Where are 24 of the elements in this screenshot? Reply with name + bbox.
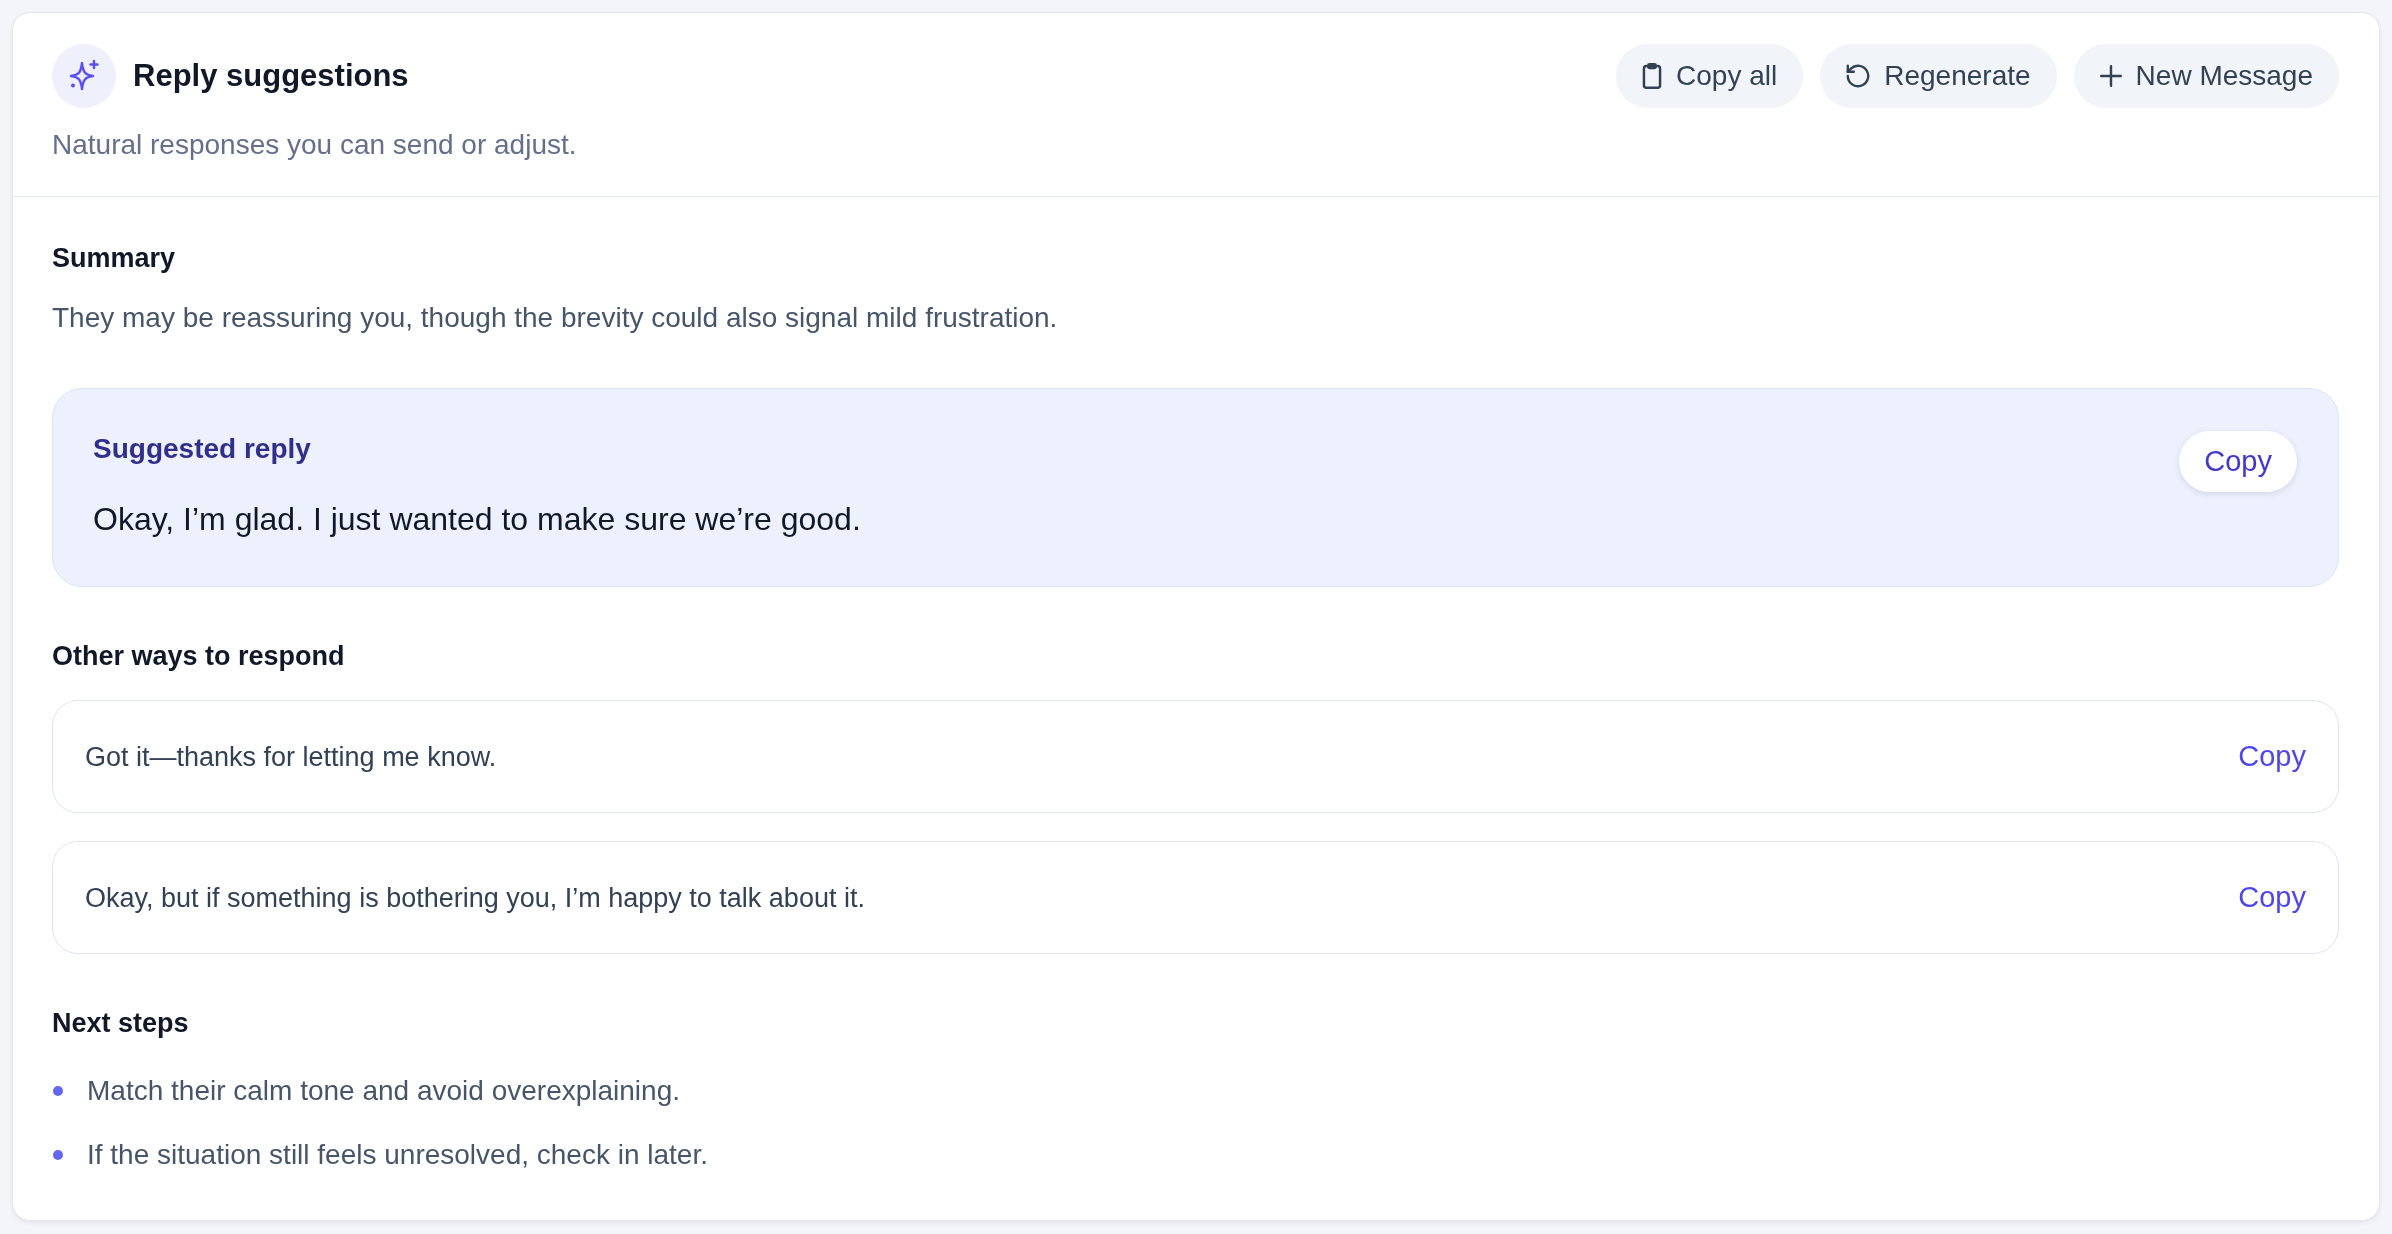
- action-button[interactable]: New Message: [2073, 44, 2339, 108]
- copy-link[interactable]: Copy: [2238, 740, 2306, 773]
- copy-link[interactable]: Copy: [2238, 881, 2306, 914]
- action-button[interactable]: Regenerate: [1820, 44, 2057, 108]
- plus-icon: [2099, 65, 2122, 87]
- rotate-arrow-icon: [1846, 64, 1871, 88]
- suggested-reply-text: Okay, I’m glad. I just wanted to make sure we’re good.: [93, 500, 861, 539]
- next-step-text: Match their calm tone and avoid overexplaining.: [87, 1074, 680, 1108]
- section-heading: Summary: [52, 242, 177, 275]
- action-button[interactable]: Copy all: [1616, 44, 1804, 108]
- suggested-reply-label: Suggested reply: [93, 432, 312, 466]
- summary-text: They may be reassuring you, though the brevity could also signal mild frustration.: [52, 301, 1059, 335]
- section-heading: Other ways to respond: [52, 640, 346, 673]
- copy-button[interactable]: Copy: [2179, 431, 2297, 492]
- reply-option-text: Okay, but if something is bothering you, I’m happy to talk about it.: [85, 881, 865, 915]
- panel-subtitle: Natural responses you can send or adjust.: [52, 128, 578, 162]
- panel-title: Reply suggestions: [133, 57, 409, 95]
- sparkle-icon: [52, 44, 116, 108]
- bullet-icon: [53, 1086, 63, 1096]
- reply-option-text: Got it—thanks for letting me know.: [85, 740, 497, 774]
- next-step-text: If the situation still feels unresolved, check in later.: [87, 1138, 708, 1172]
- bullet-icon: [53, 1150, 63, 1160]
- section-heading: Next steps: [52, 1007, 190, 1040]
- clipboard-icon: [1642, 63, 1663, 89]
